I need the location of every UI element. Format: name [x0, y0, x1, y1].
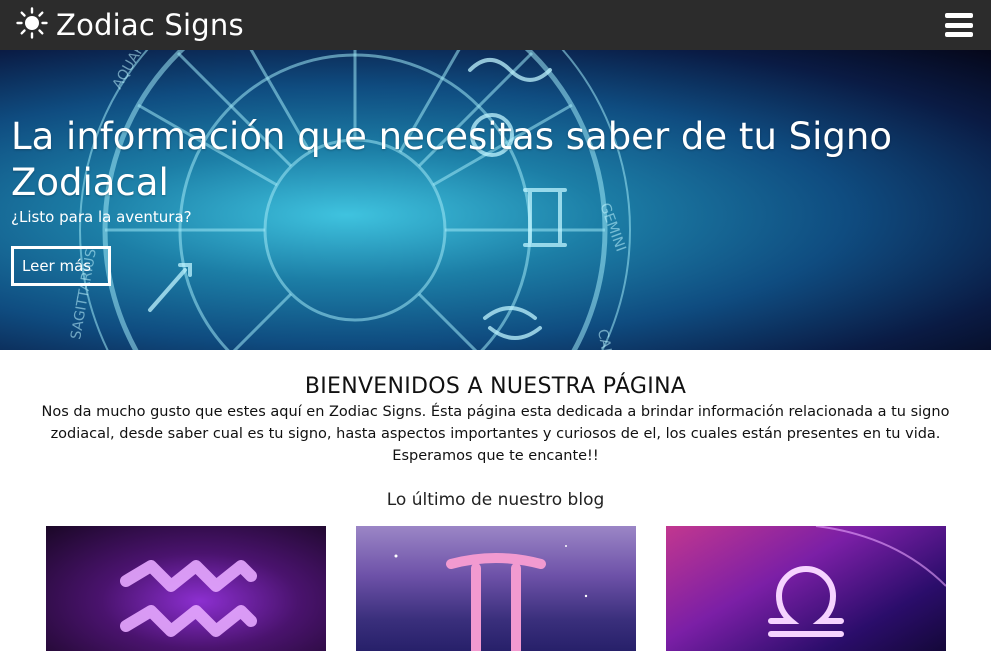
sun-icon [16, 7, 48, 43]
svg-text:CANCER: CANCER [594, 328, 620, 350]
hero-content: La información que necesitas saber de tu… [11, 114, 911, 286]
read-more-button[interactable]: Leer más [11, 246, 111, 286]
hamburger-menu-icon[interactable] [945, 13, 973, 37]
welcome-section: BIENVENIDOS A NUESTRA PÁGINA Nos da much… [0, 374, 991, 467]
hero-subtitle: ¿Listo para la aventura? [11, 208, 192, 226]
brand-name: Zodiac Signs [56, 8, 244, 42]
aquarius-icon [120, 560, 257, 637]
hero-title: La información que necesitas saber de tu… [11, 115, 892, 204]
gemini-icon [394, 545, 588, 651]
welcome-title: BIENVENIDOS A NUESTRA PÁGINA [304, 374, 687, 399]
blog-card-libra[interactable] [666, 526, 946, 651]
navbar: Zodiac Signs [0, 0, 991, 50]
libra-icon [768, 526, 946, 637]
blog-card-gemini[interactable] [356, 526, 636, 651]
brand-link[interactable]: Zodiac Signs [16, 7, 244, 43]
blog-cards [46, 526, 946, 651]
hero-banner: AQUARIUS SAGITTARIUS CANCER GEMINI La in… [0, 50, 991, 350]
welcome-text: Nos da mucho gusto que estes aquí en Zod… [41, 404, 950, 464]
blog-section-title: Lo último de nuestro blog [386, 490, 605, 510]
blog-card-aquarius[interactable] [46, 526, 326, 651]
